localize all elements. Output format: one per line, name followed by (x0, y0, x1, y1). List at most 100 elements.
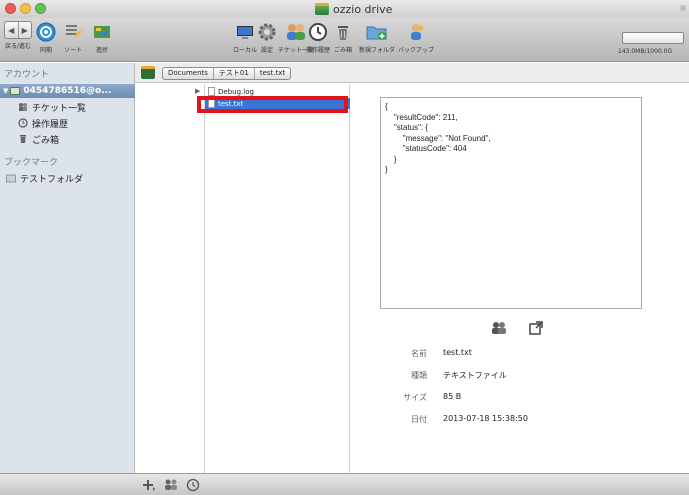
sync-button[interactable]: 同期 (35, 21, 57, 54)
file-row-test-txt[interactable]: test.txt (205, 98, 350, 109)
info-kind-value: テキストファイル (443, 371, 507, 380)
disclosure-triangle-icon[interactable]: ▼ (3, 87, 8, 95)
back-forward-label: 戻る/進む (4, 43, 32, 50)
new-folder-label: 新規フォルダ (359, 47, 396, 54)
gear-icon (256, 21, 278, 43)
back-forward-button[interactable]: ◀ ▶ 戻る/進む (4, 21, 32, 50)
file-icon (208, 87, 215, 96)
window-title-group: ozzio drive (315, 1, 392, 17)
share-users-button[interactable] (491, 320, 507, 336)
sidebar-item-test-folder[interactable]: テストフォルダ (6, 171, 83, 185)
info-name-value: test.txt (443, 348, 472, 357)
sort-button[interactable]: ソート (62, 21, 84, 54)
progress-button[interactable]: 進捗 (91, 21, 113, 54)
info-size-value: 85 B (443, 392, 462, 401)
plus-icon (143, 480, 155, 491)
users-icon (18, 102, 28, 112)
info-kind-label: 種類 (411, 371, 427, 380)
info-date-value: 2013-07-18 15:38:50 (443, 414, 528, 423)
clock-icon (307, 21, 329, 43)
toolbar-toggle-button[interactable] (680, 5, 686, 11)
window-title: ozzio drive (333, 2, 393, 16)
sidebar-item-trash[interactable]: ごみ箱 (18, 132, 59, 146)
breadcrumb-documents[interactable]: Documents (163, 68, 214, 79)
sync-icon (35, 21, 57, 43)
title-bar[interactable]: ozzio drive (0, 0, 689, 18)
bookmarks-heading: ブックマーク (4, 158, 59, 168)
back-arrow-icon[interactable]: ◀ (5, 22, 18, 38)
trash-button[interactable]: ごみ箱 (332, 21, 354, 54)
info-name-label: 名前 (411, 349, 427, 358)
forward-arrow-icon[interactable]: ▶ (17, 22, 32, 38)
file-icon (208, 99, 215, 108)
history-button[interactable]: 操作履歴 (306, 21, 330, 54)
info-date-label: 日付 (411, 415, 427, 424)
sidebar-item-label: ごみ箱 (32, 135, 60, 146)
sidebar-item-label: 操作履歴 (32, 119, 69, 130)
app-window: ozzio drive ◀ ▶ 戻る/進む 同期 ソート 進捗 ローカル 設定 … (0, 0, 689, 495)
close-window-button[interactable] (5, 3, 16, 14)
bottom-bar (0, 473, 689, 495)
settings-label: 設定 (260, 47, 273, 54)
progress-label: 進捗 (95, 47, 108, 54)
local-button[interactable]: ローカル (233, 21, 257, 54)
file-preview-box[interactable]: { "resultCode": 211, "status": { "messag… (380, 97, 642, 309)
account-drive-icon (10, 87, 21, 95)
file-row-debug-log[interactable]: Debug.log (205, 86, 350, 97)
back-forward-segmented-control[interactable]: ◀ ▶ (4, 21, 32, 39)
minimize-window-button[interactable] (20, 3, 31, 14)
file-name: test.txt (218, 99, 244, 108)
sync-label: 同期 (39, 47, 52, 54)
local-label: ローカル (233, 47, 258, 54)
trash-icon (332, 21, 354, 43)
history-bottom-button[interactable] (185, 477, 201, 493)
storage-usage-text: 143.0MB/1000.0G (618, 48, 673, 55)
drive-root-icon[interactable] (141, 66, 155, 79)
storage-usage-bar (622, 32, 684, 44)
users-icon (165, 479, 177, 490)
backup-button[interactable]: バックアップ (398, 21, 434, 54)
sidebar-account-item[interactable]: ▼ 0454786516@o... (0, 84, 135, 98)
file-name: Debug.log (218, 87, 254, 96)
sort-icon (62, 21, 84, 43)
sidebar-item-tickets[interactable]: チケット一覧 (18, 100, 86, 114)
accounts-heading: アカウント (4, 70, 50, 80)
file-preview-content: { "resultCode": 211, "status": { "messag… (385, 102, 491, 174)
trash-icon (18, 134, 28, 144)
sidebar-item-label: テストフォルダ (20, 174, 84, 185)
users-icon (492, 322, 506, 334)
app-icon (315, 3, 329, 15)
clock-icon (186, 478, 200, 492)
zoom-window-button[interactable] (35, 3, 46, 14)
browser-column-1[interactable]: ▶ (135, 84, 205, 473)
column-expand-arrow-icon: ▶ (195, 87, 201, 95)
add-button[interactable] (140, 477, 156, 493)
path-bar: Documents テスト01 test.txt (135, 63, 689, 83)
sidebar-item-history[interactable]: 操作履歴 (18, 116, 68, 130)
settings-button[interactable]: 設定 (256, 21, 278, 54)
open-external-icon (529, 321, 543, 335)
breadcrumb-test01[interactable]: テスト01 (214, 68, 255, 79)
trash-label: ごみ箱 (333, 47, 352, 54)
new-folder-icon (366, 21, 388, 43)
sidebar-item-label: チケット一覧 (32, 103, 87, 114)
sidebar: アカウント ▼ 0454786516@o... チケット一覧 操作履歴 ごみ箱 … (0, 63, 135, 473)
account-label: 0454786516@o... (23, 86, 112, 96)
backup-icon (405, 21, 427, 43)
open-external-button[interactable] (528, 320, 544, 336)
backup-label: バックアップ (398, 47, 435, 54)
toolbar: ◀ ▶ 戻る/進む 同期 ソート 進捗 ローカル 設定 チケット一覧 操作履歴 … (0, 18, 689, 62)
local-computer-icon (234, 21, 256, 43)
users-icon (285, 21, 307, 43)
breadcrumb-test-txt[interactable]: test.txt (255, 68, 290, 79)
breadcrumb: Documents テスト01 test.txt (162, 67, 292, 80)
history-label: 操作履歴 (306, 47, 331, 54)
sort-label: ソート (63, 47, 82, 54)
browser-column-2[interactable]: Debug.log test.txt (205, 84, 350, 473)
clock-icon (18, 118, 28, 128)
folder-icon (6, 173, 16, 183)
progress-icon (91, 21, 113, 43)
share-users-bottom-button[interactable] (163, 477, 179, 493)
info-size-label: サイズ (403, 393, 427, 402)
new-folder-button[interactable]: 新規フォルダ (359, 21, 395, 54)
